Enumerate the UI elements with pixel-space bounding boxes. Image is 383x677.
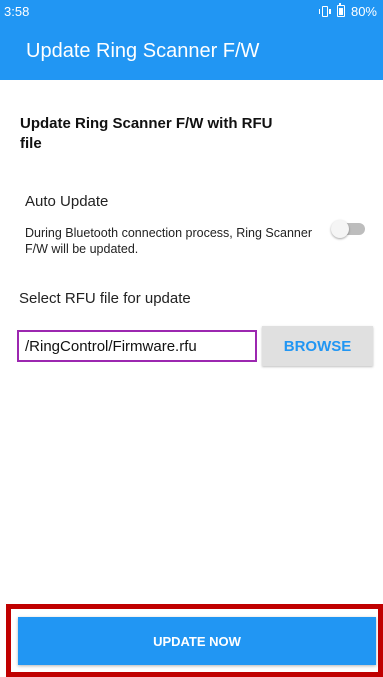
auto-update-description: During Bluetooth connection process, Rin… [25, 226, 312, 256]
toggle-thumb [331, 220, 349, 238]
app-bar-title: Update Ring Scanner F/W [26, 39, 260, 62]
rfu-file-path-input[interactable] [17, 330, 257, 362]
status-icons: 80% [318, 3, 377, 19]
app-bar: Update Ring Scanner F/W [0, 22, 383, 80]
auto-update-toggle[interactable] [331, 220, 366, 238]
vibrate-icon [318, 5, 331, 17]
browse-button[interactable]: BROWSE [262, 326, 373, 366]
status-time: 3:58 [4, 3, 30, 19]
status-bar: 3:58 80% [0, 0, 383, 22]
section-title: Update Ring Scanner F/W with RFU file [20, 115, 273, 152]
battery-level: 80% [350, 3, 377, 19]
select-rfu-label: Select RFU file for update [19, 290, 191, 307]
battery-icon [336, 3, 345, 17]
auto-update-label: Auto Update [25, 193, 109, 210]
update-now-button[interactable]: UPDATE NOW [18, 617, 376, 665]
